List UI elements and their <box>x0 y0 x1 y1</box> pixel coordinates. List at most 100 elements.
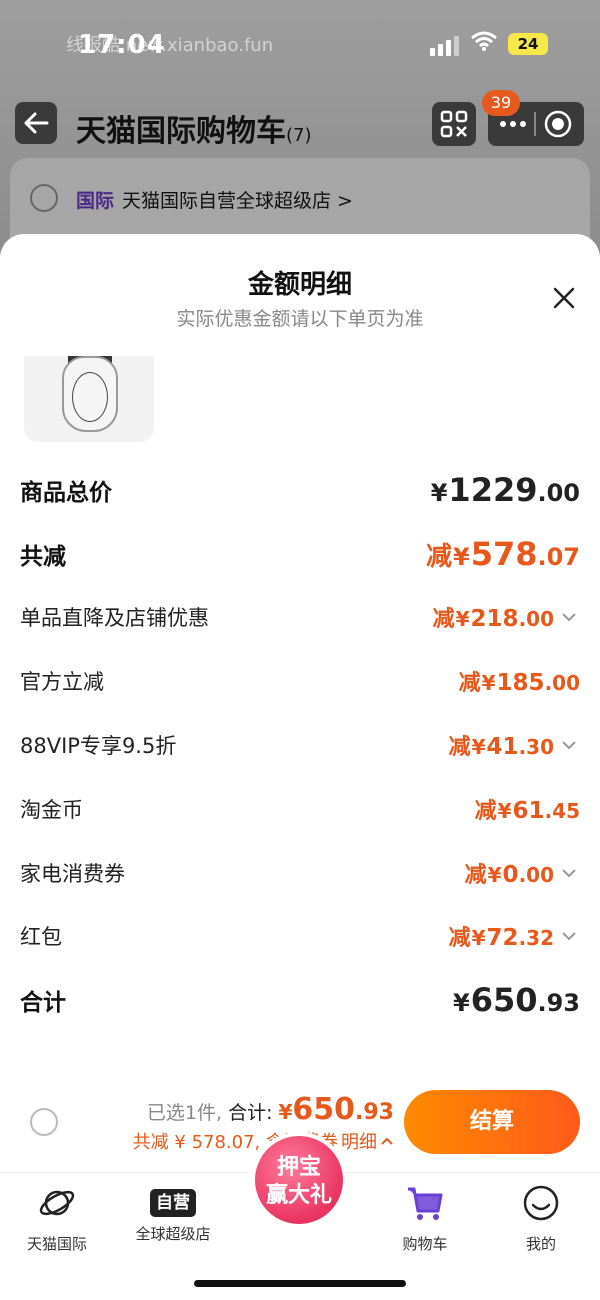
amount-yen: ¥ <box>430 478 448 507</box>
price-row: 官方立减 减 ¥185.00 <box>0 649 600 713</box>
total-int: 650 <box>292 1092 356 1127</box>
price-row: 商品总价 ¥1229.00 <box>0 458 600 522</box>
price-row-amount: ¥650.93 <box>452 981 580 1019</box>
price-row-label: 共减 <box>20 543 66 570</box>
amount-prefix: 减 <box>458 671 481 697</box>
amount-yen: ¥ <box>497 798 512 823</box>
chevron-up-icon <box>381 1137 393 1145</box>
price-row-label: 官方立减 <box>20 670 104 695</box>
promo-line1: 押宝 <box>276 1155 321 1180</box>
amount-prefix: 减 <box>448 735 471 761</box>
sheet-title: 金额明细 <box>247 270 352 300</box>
close-icon[interactable] <box>552 286 576 310</box>
page-title: 天猫国际购物车(7) <box>76 106 312 150</box>
page-title-text: 天猫国际购物车 <box>76 114 286 149</box>
select-all-radio[interactable] <box>30 1108 58 1136</box>
store-select-radio[interactable] <box>30 184 58 212</box>
message-badge: 39 <box>482 90 520 116</box>
tab-global-store[interactable]: 自营 全球超级店 <box>118 1183 228 1244</box>
tab-label: 我的 <box>525 1235 556 1253</box>
record-icon[interactable] <box>543 109 573 139</box>
promo-bubble-button[interactable]: 押宝 赢大礼 <box>251 1132 347 1228</box>
price-row-label: 88VIP专享9.5折 <box>20 734 177 759</box>
ziying-icon: 自营 <box>150 1189 196 1217</box>
total-amount: ¥650.93 <box>278 1092 394 1127</box>
price-row-amount: 减 ¥218.00 <box>433 601 554 633</box>
amount-int: 1229 <box>448 470 538 509</box>
amount-int: 0 <box>502 861 519 888</box>
status-time: 17:04 <box>78 30 166 60</box>
price-row-amount: 减 ¥41.30 <box>449 729 554 761</box>
detail-link[interactable]: 明细 <box>341 1128 377 1154</box>
tab-label: 购物车 <box>402 1235 448 1253</box>
amount-dec: .00 <box>544 671 580 696</box>
amount-dec: .30 <box>518 735 554 760</box>
back-arrow-icon <box>24 112 49 134</box>
price-row-amount: 减 ¥72.32 <box>449 920 554 952</box>
price-rows: 商品总价 ¥1229.00 共减减 ¥578.07 单品直降及店铺优惠减 ¥218.00 官… <box>0 458 600 1032</box>
tab-label: 天猫国际 <box>26 1235 87 1253</box>
amount-yen: ¥ <box>487 862 502 887</box>
amount-dec: .00 <box>518 607 554 632</box>
amount-prefix: 减 <box>474 798 497 824</box>
product-thumbnail[interactable] <box>24 356 154 442</box>
amount-yen: ¥ <box>455 607 470 632</box>
sheet-subtitle: 实际优惠金额请以下单页为准 <box>176 308 424 330</box>
amount-dec: .07 <box>537 542 580 571</box>
checkout-button[interactable]: 结算 <box>404 1090 580 1154</box>
price-row[interactable]: 单品直降及店铺优惠 减 ¥218.00 <box>0 586 600 650</box>
amount-prefix: 减 <box>425 541 452 572</box>
store-tag: 国际 <box>76 190 115 212</box>
price-row-amount: 减 ¥61.45 <box>475 793 580 825</box>
tab-cart[interactable]: 购物车 <box>370 1183 480 1254</box>
price-row-label: 淘金币 <box>20 797 83 822</box>
amount-yen: ¥ <box>481 671 496 696</box>
price-row-label: 商品总价 <box>20 479 112 506</box>
amount-int: 650 <box>470 981 538 1020</box>
price-row[interactable]: 红包 减 ¥72.32 <box>0 905 600 969</box>
total-dec: .93 <box>355 1100 394 1125</box>
amount-int: 218 <box>470 606 519 633</box>
price-row-amount: 减 ¥578.07 <box>426 535 580 573</box>
amount-dec: .45 <box>544 798 580 823</box>
back-button[interactable] <box>15 102 57 144</box>
price-row: 合计 ¥650.93 <box>0 968 600 1032</box>
tab-mine[interactable]: 我的 <box>486 1183 596 1254</box>
price-row-label: 单品直降及店铺优惠 <box>20 606 209 631</box>
signal-icon <box>430 36 459 56</box>
tab-tmall-intl[interactable]: 天猫国际 <box>2 1183 112 1254</box>
price-row: 共减 减 ¥578.07 <box>0 522 600 586</box>
smile-icon <box>523 1185 559 1221</box>
price-row-amount: ¥1229.00 <box>430 471 580 509</box>
amount-int: 185 <box>496 670 545 697</box>
amount-dec: .00 <box>518 862 554 887</box>
store-name-link[interactable]: 天猫国际自营全球超级店 > <box>122 186 353 213</box>
checkout-total-line: 已选1件, 合计: ¥650.93 <box>147 1092 394 1127</box>
amount-int: 61 <box>512 797 545 824</box>
scan-button[interactable] <box>432 102 476 146</box>
wifi-icon <box>471 31 497 51</box>
total-label: 合计: <box>228 1102 273 1124</box>
price-row[interactable]: 88VIP专享9.5折 减 ¥41.30 <box>0 713 600 777</box>
planet-icon <box>39 1190 75 1216</box>
chevron-down-icon[interactable] <box>558 925 580 947</box>
tab-label: 全球超级店 <box>135 1225 211 1243</box>
cart-count: (7) <box>286 125 312 146</box>
price-row-label: 家电消费券 <box>20 861 125 886</box>
amount-int: 41 <box>486 734 519 761</box>
bottle-label <box>72 372 108 422</box>
amount-yen: ¥ <box>471 735 486 760</box>
perfume-bottle-image <box>62 356 118 432</box>
home-indicator <box>194 1280 406 1287</box>
price-row[interactable]: 家电消费券 减 ¥0.00 <box>0 841 600 905</box>
price-row-label: 合计 <box>20 990 66 1017</box>
amount-prefix: 减 <box>464 862 487 888</box>
more-icon[interactable] <box>499 119 527 129</box>
chevron-down-icon[interactable] <box>558 862 580 884</box>
background-page: 线报酷 new.xianbao.fun 17:04 24 天猫国际购物车(7) <box>0 0 600 260</box>
chevron-down-icon[interactable] <box>558 606 580 628</box>
price-row-amount: 减 ¥0.00 <box>465 857 554 889</box>
chevron-down-icon[interactable] <box>558 734 580 756</box>
amount-int: 72 <box>486 925 519 952</box>
scan-icon <box>440 110 468 138</box>
